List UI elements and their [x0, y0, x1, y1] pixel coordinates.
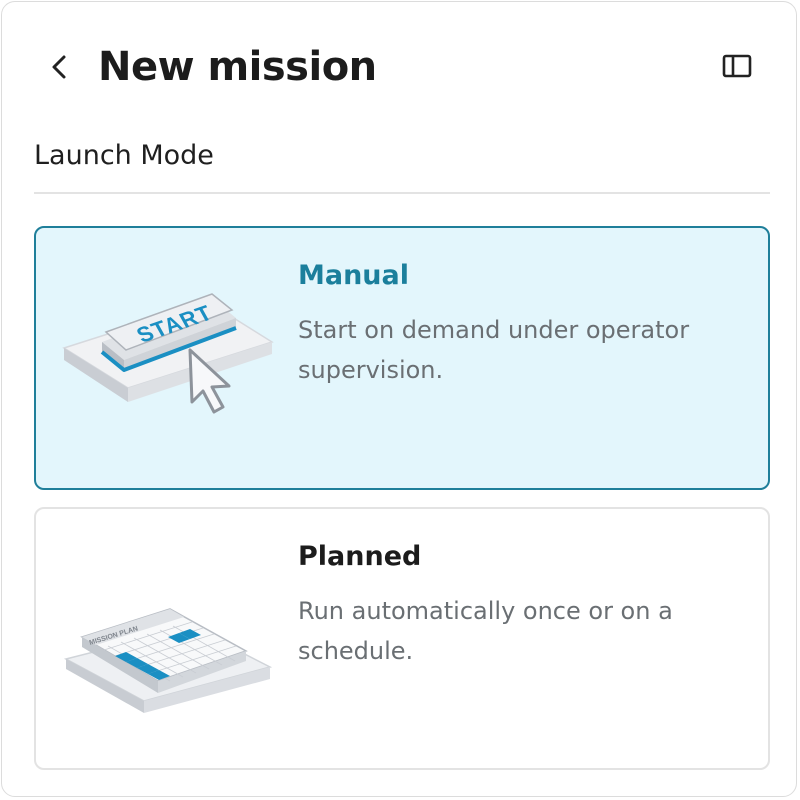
section-divider [34, 192, 770, 194]
new-mission-panel: New mission Launch Mode START Manual Sta… [1, 1, 797, 797]
sidebar-panel-icon [722, 54, 752, 78]
back-button[interactable] [42, 48, 76, 86]
option-description: Start on demand under operator supervisi… [298, 316, 690, 384]
toggle-panel-button[interactable] [718, 48, 758, 86]
chevron-left-icon [52, 55, 66, 79]
option-title: Planned [298, 541, 422, 572]
start-button-cursor-icon: START [62, 293, 274, 414]
page-title: New mission [98, 44, 377, 90]
option-description: Run automatically once or on a schedule. [298, 597, 673, 665]
launch-mode-heading: Launch Mode [34, 140, 214, 171]
launch-mode-option-manual[interactable]: START Manual Start on demand under opera… [34, 226, 770, 490]
option-title: Manual [298, 260, 410, 291]
calendar-schedule-icon: MISSION PLAN [63, 608, 273, 713]
launch-mode-option-planned[interactable]: MISSION PLAN Planned Run automatically o… [34, 507, 770, 770]
